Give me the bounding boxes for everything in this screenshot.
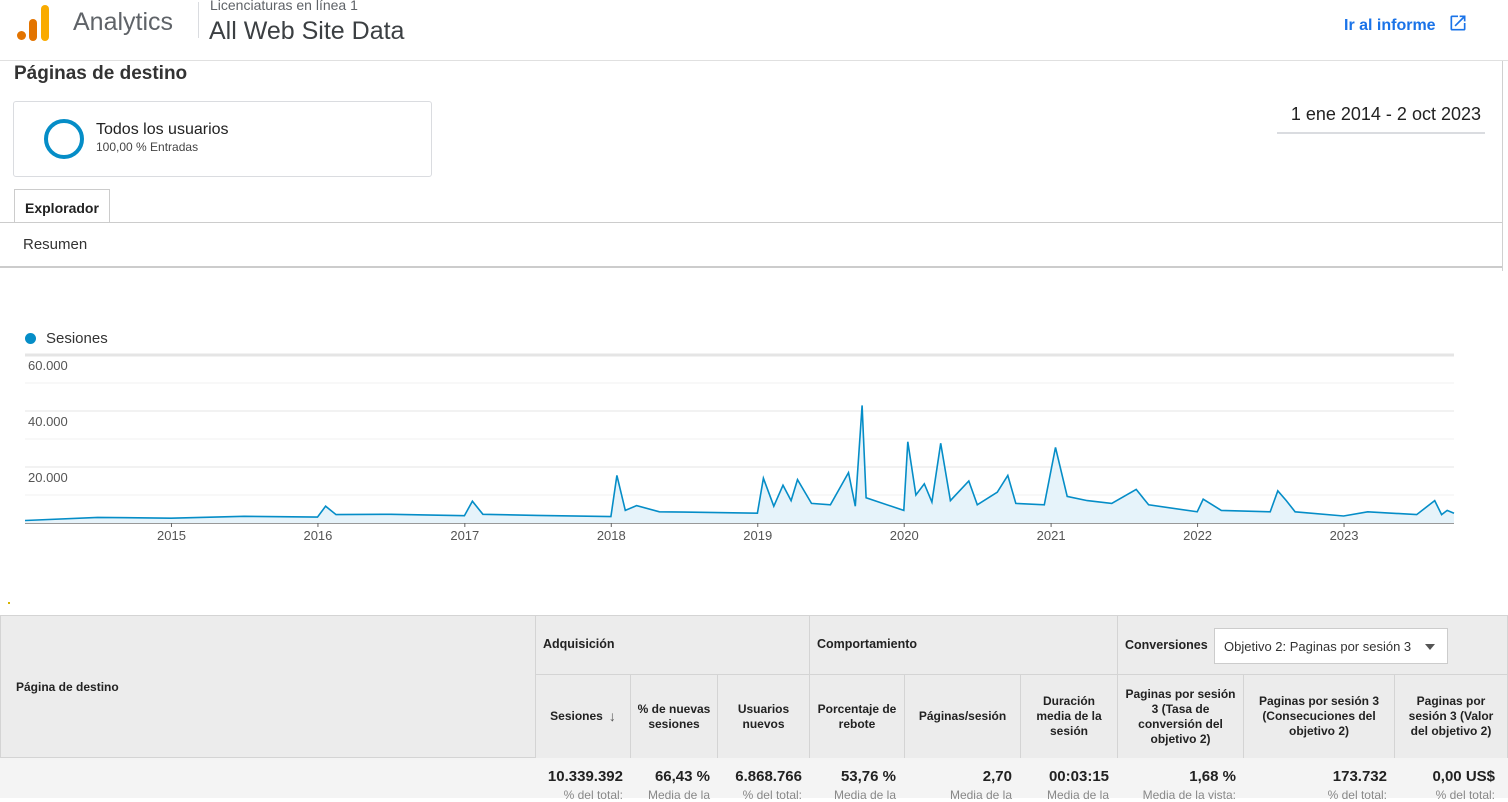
x-tick-label: 2020 (890, 528, 919, 543)
x-tick-label: 2015 (157, 528, 186, 543)
y-tick-label: 40.000 (28, 414, 68, 429)
total-goal-completions: 173.732 (1332, 768, 1387, 785)
total-avg-duration: 00:03:15 (1048, 768, 1109, 785)
chart-marker (8, 602, 10, 604)
total-pages-session: 2,70 (982, 768, 1012, 785)
col-label: Sesiones (550, 709, 603, 723)
legend-dot-icon (25, 333, 36, 344)
total-new-sessions-pct: 66,43 % (654, 768, 710, 785)
goto-report-link[interactable]: Ir al informe (1344, 13, 1468, 38)
total-sub: Media de la (949, 788, 1012, 802)
goal-select[interactable]: Objetivo 2: Paginas por sesión 3 (1214, 628, 1448, 664)
goto-report-label: Ir al informe (1344, 16, 1436, 34)
data-table: Página de destino Adquisición Comportami… (0, 615, 1508, 802)
col-goal-value[interactable]: Paginas por sesión 3 (Valor del objetivo… (1394, 674, 1508, 759)
x-tick-label: 2018 (597, 528, 626, 543)
series-line-sesiones (24, 405, 1455, 522)
sort-down-icon: ↓ (608, 708, 616, 724)
open-external-icon (1448, 13, 1468, 38)
total-bounce-rate: 53,76 % (840, 768, 896, 785)
subtab-divider (0, 266, 1502, 268)
col-pages-session[interactable]: Páginas/sesión (904, 674, 1021, 759)
col-avg-duration[interactable]: Duración media de la sesión (1020, 674, 1118, 759)
segment-percent: 100,00 % Entradas (96, 140, 199, 154)
header-divider (198, 2, 199, 38)
goal-select-value: Objetivo 2: Paginas por sesión 3 (1224, 639, 1412, 654)
total-sub: % del total: (563, 788, 623, 802)
tab-divider (0, 222, 1502, 223)
tab-explorer[interactable]: Explorador (14, 189, 110, 223)
x-tick-label: 2016 (303, 528, 332, 543)
analytics-logo-icon[interactable] (17, 5, 51, 43)
total-sub: Media de la (833, 788, 896, 802)
col-goal-conv-rate[interactable]: Paginas por sesión 3 (Tasa de conversión… (1117, 674, 1244, 759)
segment-name: Todos los usuarios (96, 121, 229, 138)
total-sub: Media de la (1046, 788, 1109, 802)
col-sessions[interactable]: Sesiones ↓ (535, 674, 631, 759)
sessions-line-chart[interactable]: 60.000 40.000 20.000 2015 2016 2017 2018 2019 20… (0, 345, 1508, 550)
group-acquisition: Adquisición (535, 615, 810, 675)
col-label: Duración media de la sesión (1036, 694, 1102, 738)
col-label: Páginas/sesión (918, 709, 1007, 723)
col-label: Usuarios nuevos (737, 701, 790, 731)
totals-row: 10.339.392 66,43 % 6.868.766 53,76 % 2,7… (0, 758, 1508, 802)
total-sub: % del total: (1435, 788, 1495, 802)
x-tick-label: 2023 (1330, 528, 1359, 543)
col-label: Porcentaje de rebote (817, 701, 897, 731)
top-header: Analytics Licenciaturas en línea 1 All W… (0, 0, 1508, 61)
chevron-down-icon (1425, 644, 1435, 650)
col-label: Paginas por sesión 3 (Valor del objetivo… (1408, 694, 1494, 738)
app-name[interactable]: Analytics (73, 8, 173, 37)
date-range-picker[interactable]: 1 ene 2014 - 2 oct 2023 (1277, 104, 1485, 134)
col-new-sessions-pct[interactable]: % de nuevas sesiones (630, 674, 718, 759)
x-tick-label: 2017 (450, 528, 479, 543)
total-sub: Media de la vista: (1142, 788, 1236, 802)
total-new-users: 6.868.766 (735, 768, 802, 785)
col-new-users[interactable]: Usuarios nuevos (717, 674, 810, 759)
col-bounce-rate[interactable]: Porcentaje de rebote (809, 674, 905, 759)
segment-ring-icon (44, 119, 84, 159)
total-sub: Media de la (647, 788, 710, 802)
total-sessions: 10.339.392 (547, 768, 623, 785)
series-area (25, 405, 1454, 523)
col-label: % de nuevas sesiones (637, 701, 711, 731)
group-conversions: Conversiones (1125, 638, 1208, 652)
col-goal-completions[interactable]: Paginas por sesión 3 (Consecuciones del … (1243, 674, 1395, 759)
x-tick-label: 2022 (1183, 528, 1212, 543)
segment-card[interactable]: Todos los usuarios 100,00 % Entradas (13, 101, 432, 177)
col-label: Paginas por sesión 3 (Consecuciones del … (1258, 694, 1380, 738)
view-selector[interactable]: All Web Site Data (209, 17, 404, 46)
dimension-header: Página de destino (16, 680, 119, 694)
panel-edge (1502, 61, 1503, 271)
page-title: Páginas de destino (14, 63, 188, 84)
total-sub: % del total: (742, 788, 802, 802)
total-goal-conv-rate: 1,68 % (1189, 768, 1236, 785)
col-label: Paginas por sesión 3 (Tasa de conversión… (1125, 686, 1236, 746)
subtab-summary[interactable]: Resumen (23, 236, 87, 253)
total-sub: % del total: (1327, 788, 1387, 802)
total-goal-value: 0,00 US$ (1432, 768, 1495, 785)
account-name[interactable]: Licenciaturas en línea 1 (210, 0, 358, 13)
y-tick-label: 20.000 (28, 470, 68, 485)
group-behavior: Comportamiento (809, 615, 1118, 675)
dimension-header-cell: Página de destino (0, 615, 536, 758)
y-tick-label: 60.000 (28, 358, 68, 373)
x-tick-label: 2021 (1037, 528, 1066, 543)
group-conversions-cell: Conversiones Objetivo 2: Paginas por ses… (1117, 615, 1508, 675)
x-tick-label: 2019 (743, 528, 772, 543)
